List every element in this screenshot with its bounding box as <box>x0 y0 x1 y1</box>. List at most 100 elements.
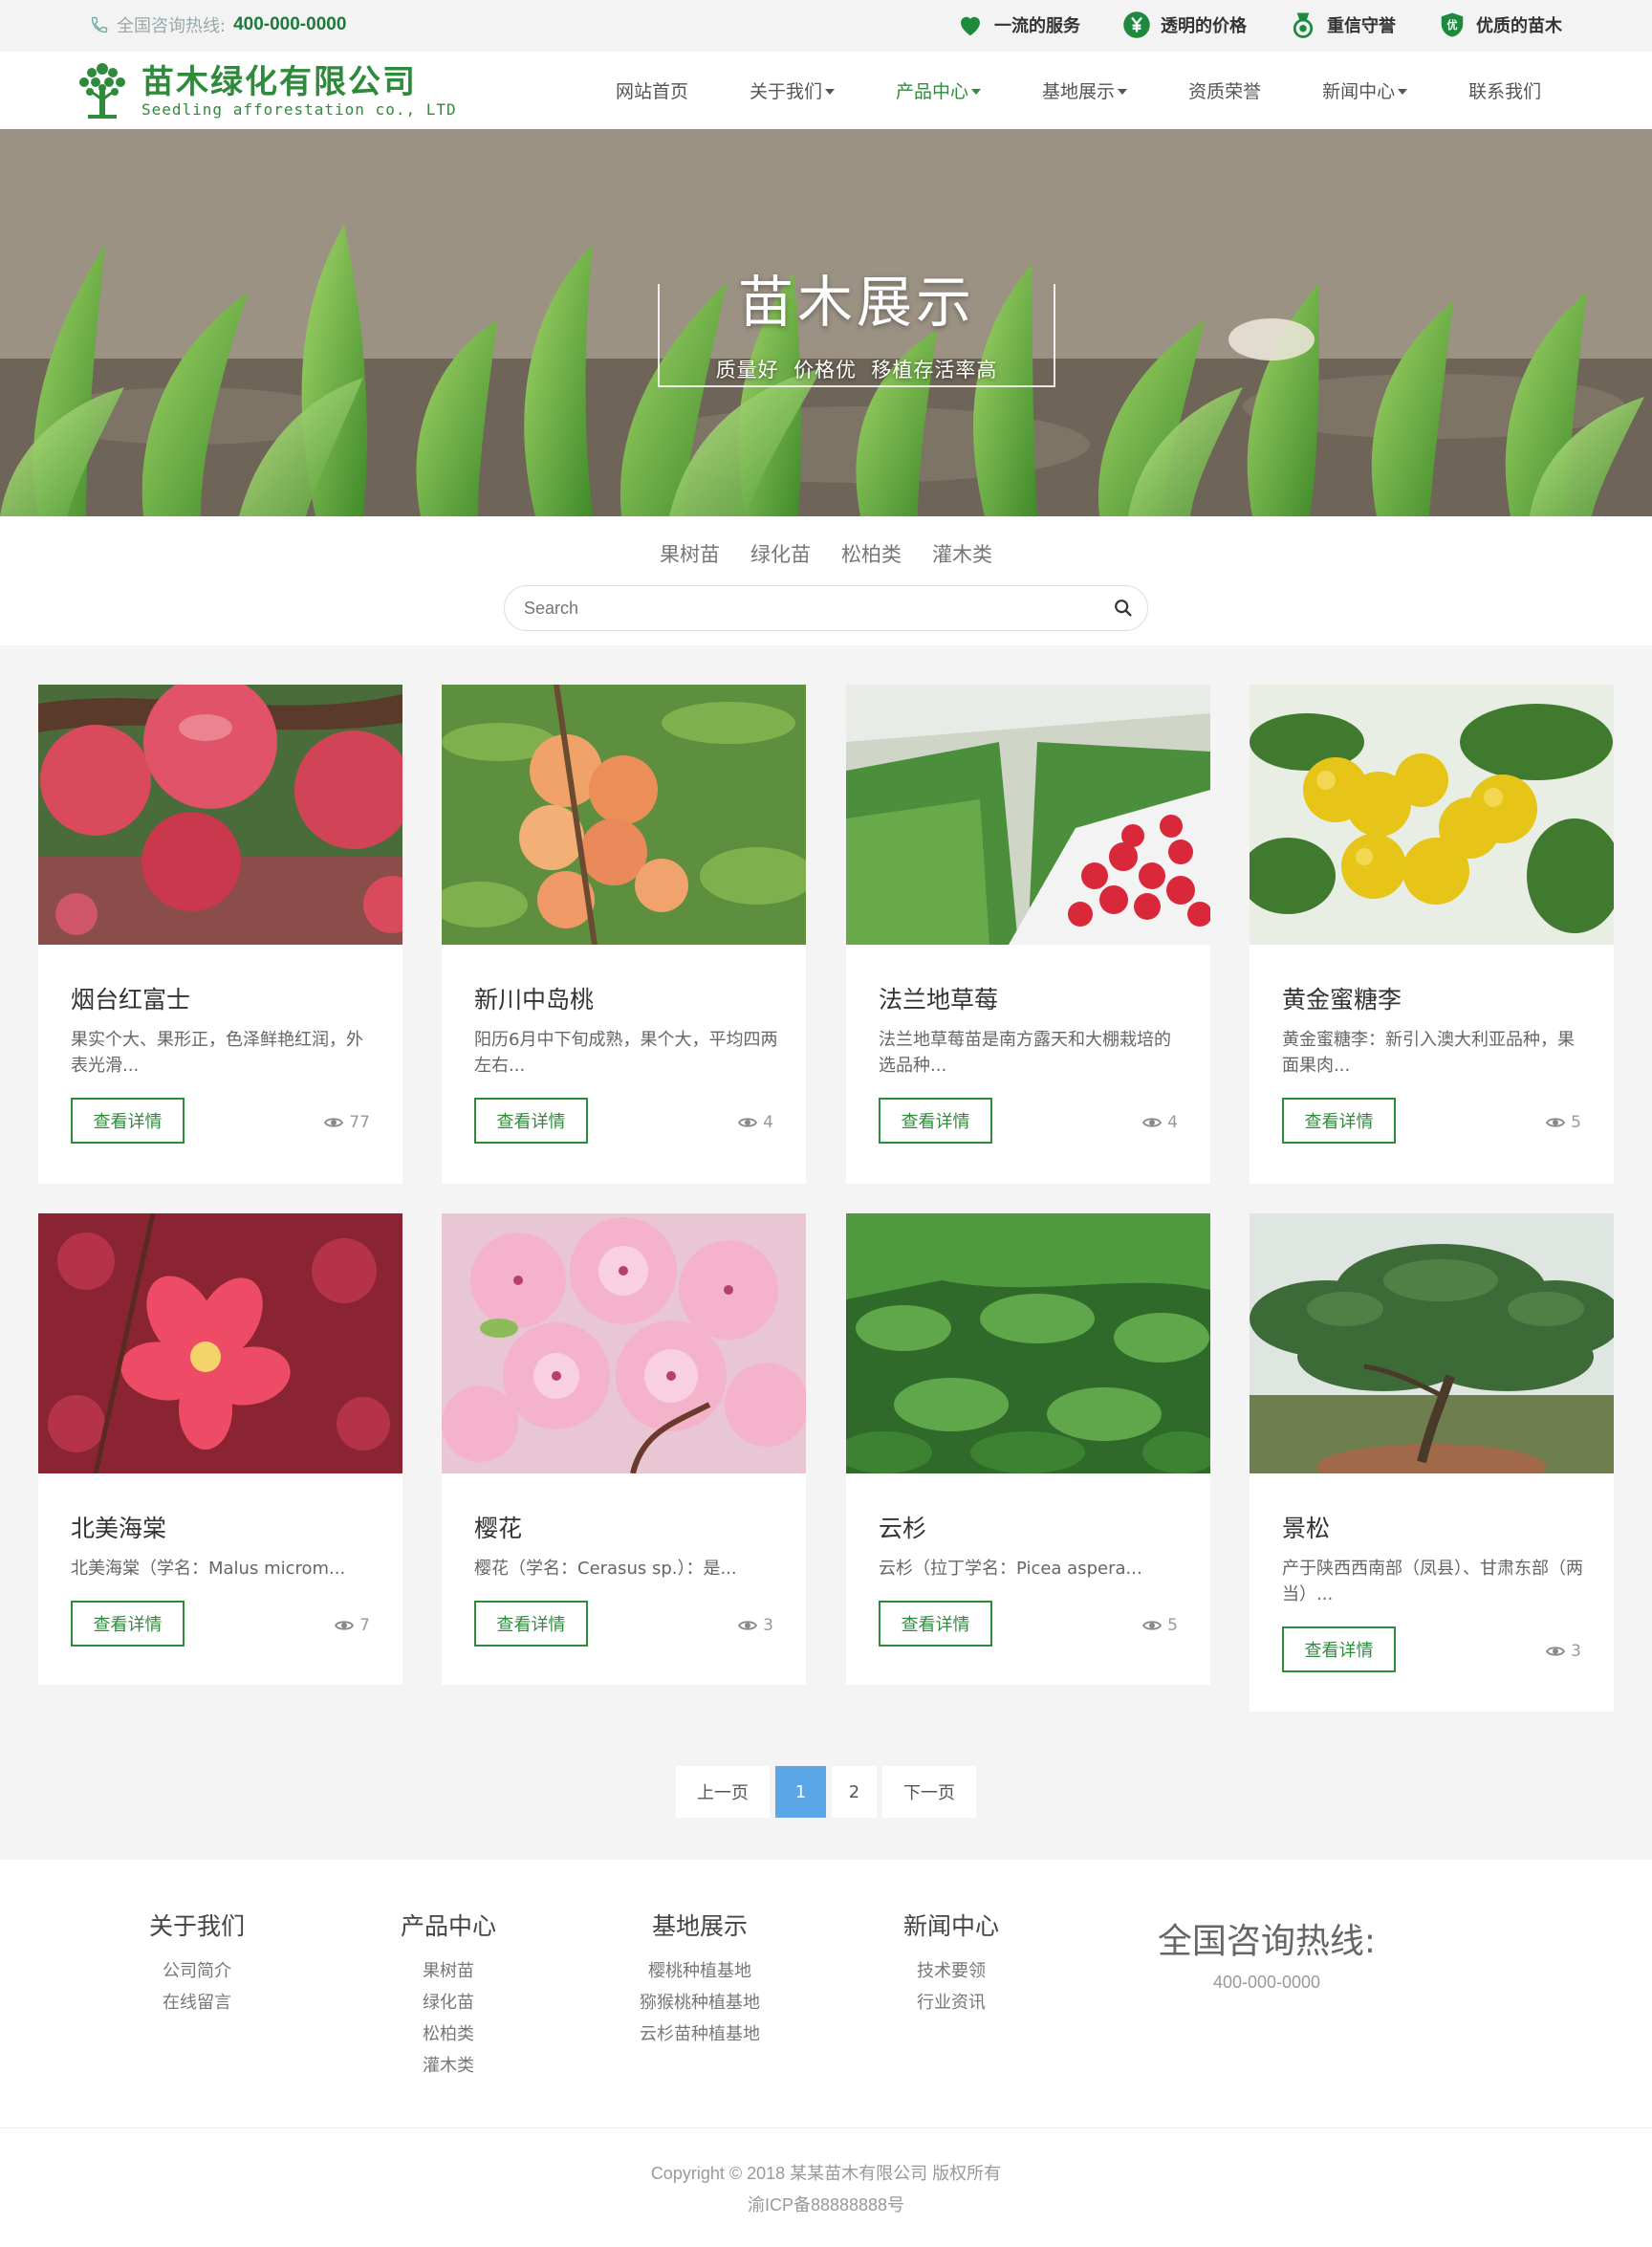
view-details-button[interactable]: 查看详情 <box>879 1601 992 1647</box>
product-desc: 樱花（学名：Cerasus sp.）：是... <box>474 1559 737 1579</box>
footer-link[interactable]: 樱桃种植基地 <box>604 1955 795 1987</box>
footer-col-about: 关于我们 公司简介 在线留言 <box>101 1908 293 2018</box>
eye-icon <box>1546 1118 1566 1127</box>
service-badges: 一流的服务 透明的价格 重信守誉 优 优质的苗木 <box>956 8 1562 42</box>
nav-honors[interactable]: 资质荣誉 <box>1158 52 1292 129</box>
view-count: 3 <box>1546 1642 1581 1661</box>
apple-image[interactable] <box>38 685 402 945</box>
banner-title: 苗木展示 <box>737 270 975 335</box>
phone-icon <box>91 16 108 33</box>
product-card: 黄金蜜糖李 黄金蜜糖李：新引入澳大利亚品种，果面果肉... 查看详情 5 <box>1250 685 1614 1184</box>
nav-products[interactable]: 产品中心 <box>865 52 1011 129</box>
svg-text:优: 优 <box>1446 18 1457 32</box>
footer-divider <box>0 2127 1652 2128</box>
logo[interactable]: 苗木绿化有限公司 Seedling afforestation co., LTD <box>71 59 457 122</box>
heart-icon <box>961 16 980 36</box>
filter-bar: 果树苗 绿化苗 松柏类 灌木类 <box>0 516 1652 645</box>
category-tab[interactable]: 灌木类 <box>932 539 992 568</box>
product-card: 法兰地草莓 法兰地草莓苗是南方露天和大棚栽培的选品种... 查看详情 4 <box>846 685 1210 1184</box>
footer-col-products: 产品中心 果树苗 绿化苗 松柏类 灌木类 <box>353 1908 544 2082</box>
product-name: 樱花 <box>474 1515 523 1542</box>
view-details-button[interactable]: 查看详情 <box>71 1601 185 1647</box>
eye-icon <box>324 1118 344 1127</box>
top-bar: 全国咨询热线: 400-000-0000 一流的服务 透明的价格 重信守誉 优 … <box>0 0 1652 52</box>
footer-link[interactable]: 行业资讯 <box>856 1987 1047 2018</box>
footer-link[interactable]: 技术要领 <box>856 1955 1047 1987</box>
product-card: 云杉 云杉（拉丁学名：Picea aspera... 查看详情 5 <box>846 1213 1210 1685</box>
plum-image[interactable] <box>1250 685 1614 945</box>
page-1-button[interactable]: 1 <box>775 1766 826 1818</box>
view-details-button[interactable]: 查看详情 <box>71 1098 185 1144</box>
search-input[interactable] <box>524 586 1059 630</box>
eye-icon <box>1142 1118 1163 1127</box>
product-desc: 阳历6月中下旬成熟，果个大，平均四两左右... <box>474 1030 778 1076</box>
eye-icon <box>335 1621 355 1630</box>
logo-cn: 苗木绿化有限公司 <box>141 62 417 101</box>
next-page-button[interactable]: 下一页 <box>882 1766 976 1818</box>
footer-link[interactable]: 灌木类 <box>353 2050 544 2082</box>
eye-icon <box>738 1621 758 1630</box>
chevron-down-icon <box>825 88 836 95</box>
main-nav: 网站首页 关于我们 产品中心 基地展示 资质荣誉 新闻中心 联系我们 <box>585 52 1572 129</box>
nav-contact[interactable]: 联系我们 <box>1438 52 1572 129</box>
view-details-button[interactable]: 查看详情 <box>879 1098 992 1144</box>
eye-icon <box>1142 1621 1163 1630</box>
view-count: 4 <box>1142 1113 1178 1132</box>
icp-link[interactable]: 渝ICP备88888888号 <box>0 2190 1652 2221</box>
site-footer: 关于我们 公司简介 在线留言 产品中心 果树苗 绿化苗 松柏类 灌木类 基地展示… <box>0 1860 1652 2247</box>
page-2-button[interactable]: 2 <box>832 1766 877 1818</box>
product-card: 北美海棠 北美海棠（学名：Malus microm... 查看详情 7 <box>38 1213 402 1685</box>
strawberry-image[interactable] <box>846 685 1210 945</box>
crabapple-image[interactable] <box>38 1213 402 1473</box>
footer-link[interactable]: 云杉苗种植基地 <box>604 2018 795 2050</box>
footer-link[interactable]: 绿化苗 <box>353 1987 544 2018</box>
pine-image[interactable] <box>1250 1213 1614 1473</box>
view-count: 77 <box>324 1113 370 1132</box>
search-box <box>504 585 1148 631</box>
footer-link[interactable]: 公司简介 <box>101 1955 293 1987</box>
product-name: 云杉 <box>879 1515 927 1542</box>
nav-news[interactable]: 新闻中心 <box>1292 52 1438 129</box>
product-name: 新川中岛桃 <box>474 986 595 1014</box>
cherry-blossom-image[interactable] <box>442 1213 806 1473</box>
product-name: 北美海棠 <box>71 1515 167 1542</box>
nav-bases[interactable]: 基地展示 <box>1011 52 1158 129</box>
hotline-number: 400-000-0000 <box>233 14 347 34</box>
hotline-label: 全国咨询热线: <box>117 16 227 36</box>
view-details-button[interactable]: 查看详情 <box>1282 1626 1396 1672</box>
footer-hotline: 全国咨询热线: 400-000-0000 <box>1157 1922 1377 1992</box>
product-card: 樱花 樱花（学名：Cerasus sp.）：是... 查看详情 3 <box>442 1213 806 1685</box>
view-count: 5 <box>1546 1113 1581 1132</box>
view-count: 3 <box>738 1616 773 1635</box>
footer-link[interactable]: 果树苗 <box>353 1955 544 1987</box>
category-tab[interactable]: 果树苗 <box>660 539 720 568</box>
nav-home[interactable]: 网站首页 <box>585 52 719 129</box>
view-details-button[interactable]: 查看详情 <box>474 1601 588 1647</box>
nav-about[interactable]: 关于我们 <box>719 52 865 129</box>
chevron-down-icon <box>1118 88 1128 95</box>
badge-service: 一流的服务 <box>956 8 1080 42</box>
search-icon[interactable] <box>1113 598 1134 619</box>
prev-page-button[interactable]: 上一页 <box>676 1766 770 1818</box>
spruce-image[interactable] <box>846 1213 1210 1473</box>
view-details-button[interactable]: 查看详情 <box>474 1098 588 1144</box>
footer-link[interactable]: 在线留言 <box>101 1987 293 2018</box>
badge-price: 透明的价格 <box>1122 8 1247 42</box>
category-tab[interactable]: 松柏类 <box>841 539 902 568</box>
eye-icon <box>738 1118 758 1127</box>
view-count: 5 <box>1142 1616 1178 1635</box>
banner-subtitle: 质量好 价格优 移植存活率高 <box>715 359 998 382</box>
peach-image[interactable] <box>442 685 806 945</box>
product-card: 景松 产于陕西西南部（凤县）、甘肃东部（两当）... 查看详情 3 <box>1250 1213 1614 1712</box>
medal-icon <box>1293 12 1314 38</box>
product-desc: 果实个大、果形正，色泽鲜艳红润，外表光滑... <box>71 1030 363 1076</box>
footer-link[interactable]: 猕猴桃种植基地 <box>604 1987 795 2018</box>
view-details-button[interactable]: 查看详情 <box>1282 1098 1396 1144</box>
product-name: 黄金蜜糖李 <box>1282 986 1402 1014</box>
footer-link[interactable]: 松柏类 <box>353 2018 544 2050</box>
product-desc: 法兰地草莓苗是南方露天和大棚栽培的选品种... <box>879 1030 1171 1076</box>
view-count: 7 <box>335 1616 370 1635</box>
badge-credit: 重信守誉 <box>1289 8 1396 42</box>
badge-quality: 优 优质的苗木 <box>1438 8 1562 42</box>
category-tab[interactable]: 绿化苗 <box>750 539 811 568</box>
